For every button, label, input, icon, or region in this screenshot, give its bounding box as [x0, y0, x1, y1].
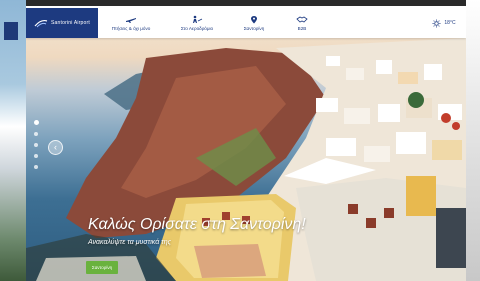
nav-item-label: Σαντορίνη	[243, 26, 265, 31]
nav-item-at-airport[interactable]: Στο Αεροδρόμιο	[164, 8, 230, 38]
person-at-airport-icon	[193, 15, 203, 23]
hero-banner: ‹ Καλώς Ορίσατε στη Σαντορίνη! Ανακαλύψτ…	[26, 8, 466, 281]
slider-dot[interactable]	[34, 143, 38, 147]
adjacent-window-right	[466, 0, 480, 281]
nav-item-santorini[interactable]: Σαντορίνη	[230, 8, 278, 38]
slider-dots	[34, 120, 39, 169]
nav-item-label: Στο Αεροδρόμιο	[180, 26, 214, 31]
slider-dot[interactable]	[34, 132, 38, 136]
chevron-left-icon: ‹	[54, 142, 57, 152]
weather-temperature: 18°C	[444, 20, 456, 26]
window-edge-chip	[4, 22, 18, 40]
weather-widget: 18°C	[422, 8, 466, 38]
plane-icon	[126, 18, 136, 23]
nav-item-label: B2B	[297, 26, 307, 31]
top-navbar: Santorini Airport Πτήσεις & όχι μόνο Στο…	[26, 8, 466, 38]
nav-item-flights[interactable]: Πτήσεις & όχι μόνο	[98, 8, 164, 38]
hero-headline: Καλώς Ορίσατε στη Σαντορίνη!	[88, 216, 306, 233]
browser-frame-top	[0, 0, 480, 6]
slider-dot[interactable]	[34, 120, 39, 125]
hero-cta-button[interactable]: Σαντορίνη	[86, 261, 118, 274]
brand-logo-link[interactable]: Santorini Airport	[26, 8, 98, 38]
brand-name: Santorini Airport	[51, 20, 90, 26]
nav-item-b2b[interactable]: B2B	[278, 8, 326, 38]
map-pin-icon	[251, 16, 257, 24]
slider-dot[interactable]	[34, 165, 38, 169]
nav-item-label: Πτήσεις & όχι μόνο	[111, 26, 151, 31]
sun-icon	[432, 18, 441, 28]
slider-dot[interactable]	[34, 154, 38, 158]
slider-prev-button[interactable]: ‹	[48, 140, 63, 155]
hero-subheadline: Ανακαλύψτε τα μυστικά της	[88, 239, 172, 246]
airport-logo-icon	[34, 19, 48, 28]
adjacent-window-left	[0, 0, 26, 281]
handshake-icon	[296, 16, 308, 23]
